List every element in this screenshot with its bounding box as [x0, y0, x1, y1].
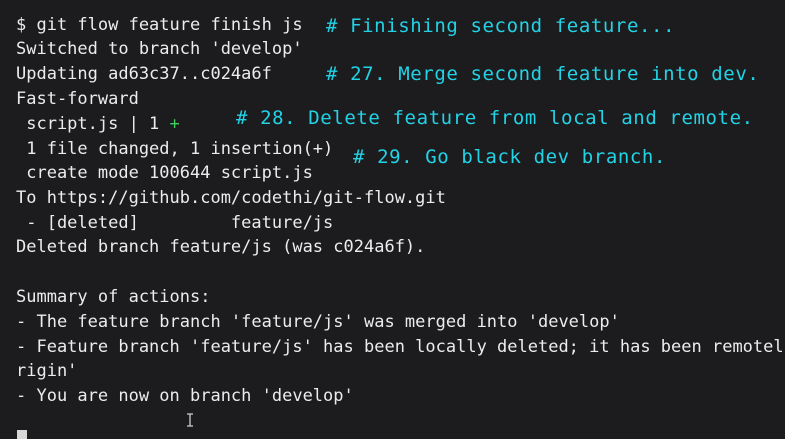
text-cursor-icon	[186, 413, 194, 427]
output-line: - Feature branch 'feature/js' has been l…	[16, 337, 784, 357]
command-line: $ git flow feature finish js	[16, 15, 303, 35]
output-line: Summary of actions:	[16, 287, 211, 307]
diff-file-text: script.js | 1	[16, 114, 170, 134]
output-line: create mode 100644 script.js	[16, 163, 313, 183]
output-line: Switched to branch 'develop'	[16, 39, 303, 59]
output-line: rigin'	[16, 361, 78, 381]
output-line: 1 file changed, 1 insertion(+)	[16, 139, 334, 159]
annotation-comment: # 28. Delete feature from local and remo…	[236, 107, 754, 129]
annotation-comment: # 27. Merge second feature into dev.	[326, 63, 760, 85]
output-line: - You are now on branch 'develop'	[16, 386, 354, 406]
output-line: script.js | 1 +	[16, 114, 180, 134]
output-line: To https://github.com/codethi/git-flow.g…	[16, 188, 446, 208]
output-line: Deleted branch feature/js (was c024a6f).	[16, 237, 426, 257]
output-line: Updating ad63c37..c024a6f	[16, 64, 272, 84]
diff-plus-mark: +	[169, 114, 180, 134]
output-line: - The feature branch 'feature/js' was me…	[16, 312, 620, 332]
annotation-comment: # Finishing second feature...	[326, 15, 676, 37]
annotation-comment: # 29. Go black dev branch.	[353, 146, 667, 168]
terminal-cursor	[17, 430, 27, 439]
output-line: Fast-forward	[16, 89, 139, 109]
terminal-window[interactable]: $ git flow feature finish js Switched to…	[0, 0, 785, 439]
output-line: - [deleted] feature/js	[16, 213, 334, 233]
